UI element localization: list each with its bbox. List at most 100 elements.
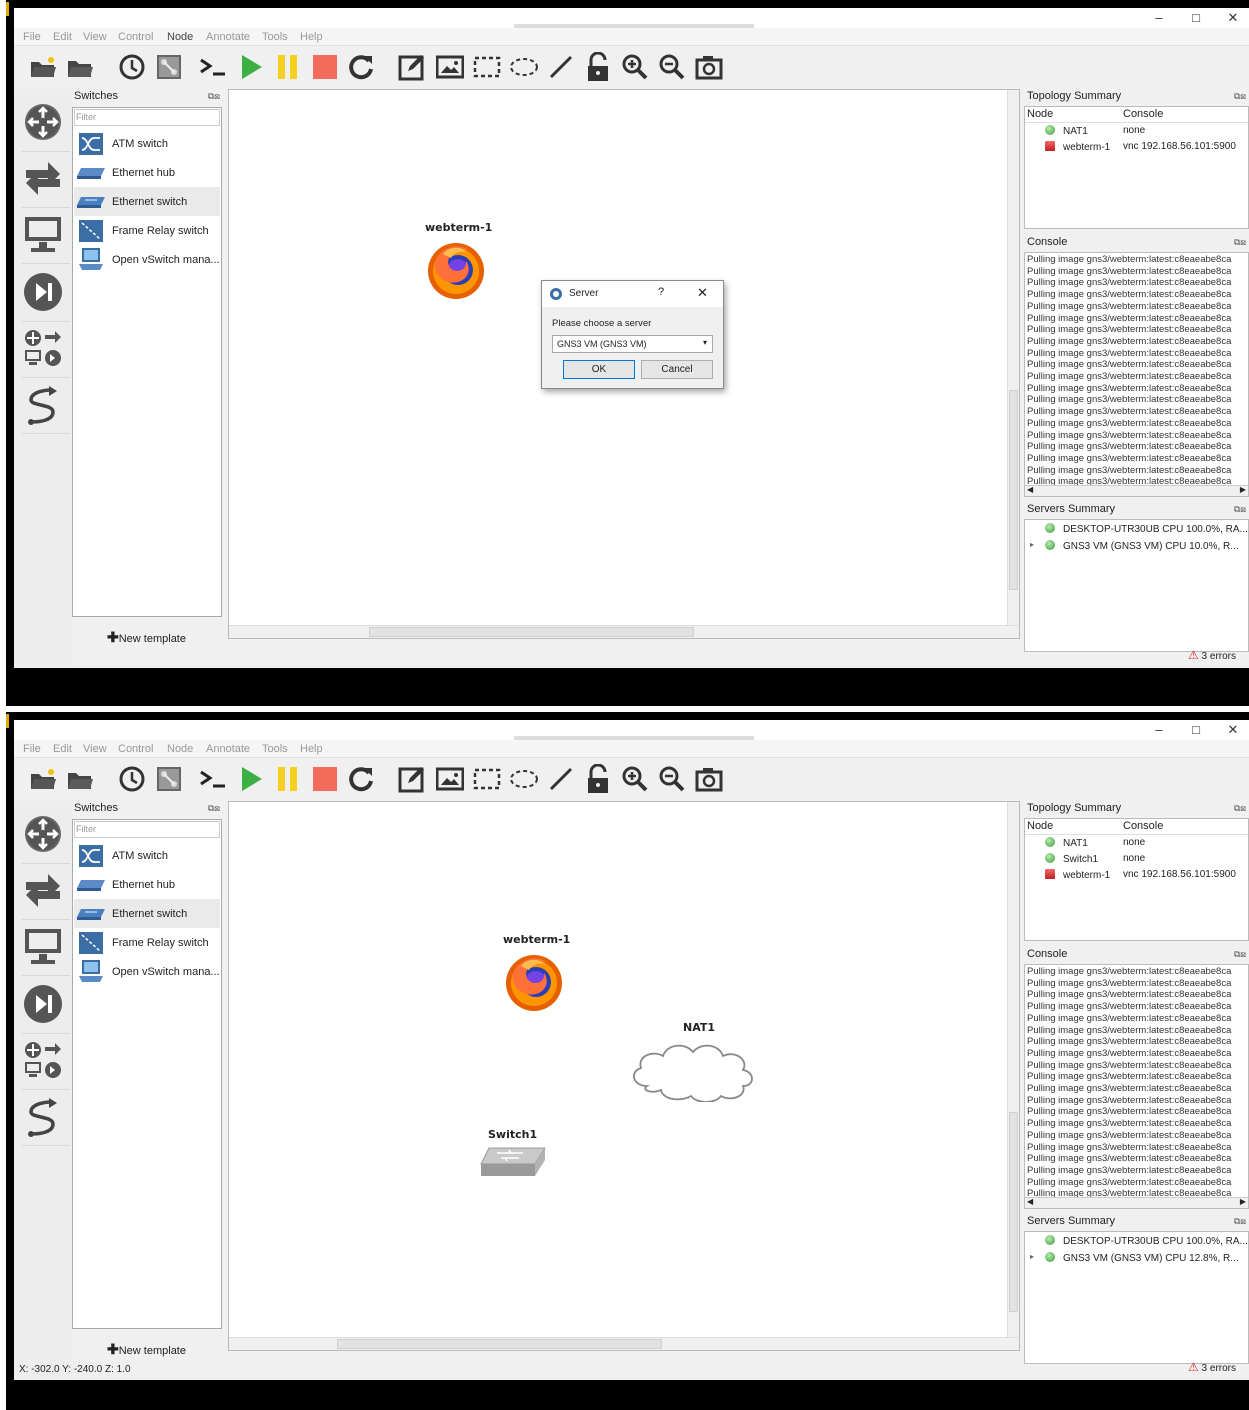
help-button[interactable]: ? (658, 286, 664, 298)
console-horizontal-scrollbar[interactable]: ◀ ▶ (1025, 485, 1248, 496)
zoom-out-icon[interactable] (657, 764, 687, 794)
cancel-button[interactable]: Cancel (641, 360, 713, 379)
stop-all-icon[interactable] (310, 764, 340, 794)
menu-file[interactable]: File (23, 31, 41, 43)
zoom-in-icon[interactable] (620, 52, 650, 82)
draw-rectangle-icon[interactable] (472, 52, 502, 82)
column-node[interactable]: Node (1027, 820, 1053, 832)
device-frame-relay-switch[interactable]: Frame Relay switch (74, 928, 220, 957)
expand-arrow-icon[interactable]: ▸ (1030, 1252, 1034, 1261)
routers-icon[interactable] (22, 813, 64, 855)
open-project-icon[interactable] (28, 52, 58, 82)
insert-image-icon[interactable] (435, 52, 465, 82)
errors-indicator[interactable]: ⚠ 3 errors (1188, 648, 1236, 662)
menu-annotate[interactable]: Annotate (206, 31, 250, 43)
pane-float-close-icon[interactable]: ⧉⊠ (1234, 803, 1246, 814)
filter-input[interactable]: Filter (74, 109, 220, 126)
column-node[interactable]: Node (1027, 108, 1053, 120)
server-select[interactable]: GNS3 VM (GNS3 VM) ▾ (552, 335, 713, 353)
canvas-vertical-scrollbar[interactable] (1007, 802, 1019, 1338)
open-folder-icon[interactable] (65, 52, 95, 82)
canvas-horizontal-scrollbar[interactable] (229, 625, 1019, 638)
new-template-button[interactable]: ✚New template (107, 1341, 186, 1358)
menu-control[interactable]: Control (118, 31, 153, 43)
webterm-node-icon[interactable] (425, 240, 489, 302)
all-devices-icon[interactable] (22, 1039, 64, 1081)
close-window-button[interactable]: ✕ (1218, 10, 1248, 26)
draw-line-icon[interactable] (546, 52, 576, 82)
screenshot-icon[interactable] (694, 52, 724, 82)
errors-indicator[interactable]: ⚠ 3 errors (1188, 1360, 1236, 1374)
ok-button[interactable]: OK (563, 360, 635, 379)
menu-control[interactable]: Control (118, 743, 153, 755)
start-all-icon[interactable] (236, 52, 266, 82)
security-devices-icon[interactable] (22, 983, 64, 1025)
device-atm-switch[interactable]: ATM switch (74, 129, 220, 158)
menu-help[interactable]: Help (300, 31, 323, 43)
menu-annotate[interactable]: Annotate (206, 743, 250, 755)
column-console[interactable]: Console (1123, 820, 1163, 832)
pane-float-close-icon[interactable]: ⧉⊠ (1234, 949, 1246, 960)
menu-file[interactable]: File (23, 743, 41, 755)
dock-float-close-icon[interactable]: ⧉⊠ (208, 91, 220, 102)
device-open-vswitch[interactable]: Open vSwitch mana... (74, 957, 220, 986)
minimize-button[interactable]: – (1144, 10, 1174, 26)
open-folder-icon[interactable] (65, 764, 95, 794)
topology-row[interactable]: NAT1 none (1045, 837, 1145, 849)
switch-node-icon[interactable] (479, 1146, 547, 1180)
console-horizontal-scrollbar[interactable]: ◀ ▶ (1025, 1197, 1248, 1208)
menu-node[interactable]: Node (167, 743, 193, 755)
menu-edit[interactable]: Edit (53, 743, 72, 755)
start-all-icon[interactable] (236, 764, 266, 794)
dock-float-close-icon[interactable]: ⧉⊠ (208, 803, 220, 814)
device-frame-relay-switch[interactable]: Frame Relay switch (74, 216, 220, 245)
screenshot-icon[interactable] (694, 764, 724, 794)
column-console[interactable]: Console (1123, 108, 1163, 120)
device-ethernet-hub[interactable]: Ethernet hub (74, 870, 220, 899)
suspend-all-icon[interactable] (273, 52, 303, 82)
menu-view[interactable]: View (83, 31, 107, 43)
suspend-all-icon[interactable] (273, 764, 303, 794)
show-interface-labels-icon[interactable] (154, 764, 184, 794)
open-project-icon[interactable] (28, 764, 58, 794)
routers-icon[interactable] (22, 101, 64, 143)
draw-line-icon[interactable] (546, 764, 576, 794)
end-devices-icon[interactable] (22, 925, 64, 967)
draw-rectangle-icon[interactable] (472, 764, 502, 794)
server-row[interactable]: GNS3 VM (GNS3 VM) CPU 12.8%, R... (1045, 1252, 1239, 1264)
server-row[interactable]: DESKTOP-UTR30UB CPU 100.0%, RA... (1045, 523, 1248, 535)
draw-ellipse-icon[interactable] (509, 764, 539, 794)
maximize-button[interactable]: □ (1181, 722, 1211, 738)
show-interface-labels-icon[interactable] (154, 52, 184, 82)
expand-arrow-icon[interactable]: ▸ (1030, 540, 1034, 549)
close-dialog-button[interactable]: ✕ (697, 285, 708, 301)
webterm-node-icon[interactable] (503, 952, 567, 1014)
device-ethernet-switch[interactable]: Ethernet switch (74, 899, 220, 928)
canvas-horizontal-scrollbar[interactable] (229, 1337, 1019, 1350)
server-row[interactable]: GNS3 VM (GNS3 VM) CPU 10.0%, R... (1045, 540, 1239, 552)
console-all-icon[interactable] (198, 764, 228, 794)
menu-edit[interactable]: Edit (53, 31, 72, 43)
topology-canvas[interactable]: webterm-1 NAT1 Switch1 (228, 801, 1020, 1351)
switches-icon[interactable] (22, 869, 64, 911)
insert-image-icon[interactable] (435, 764, 465, 794)
security-devices-icon[interactable] (22, 271, 64, 313)
snapshot-icon[interactable] (117, 52, 147, 82)
canvas-vertical-scrollbar[interactable] (1007, 90, 1019, 626)
minimize-button[interactable]: – (1144, 722, 1174, 738)
draw-ellipse-icon[interactable] (509, 52, 539, 82)
device-ethernet-hub[interactable]: Ethernet hub (74, 158, 220, 187)
end-devices-icon[interactable] (22, 213, 64, 255)
console-output[interactable]: Pulling image gns3/webterm:latest:c8eaea… (1024, 252, 1249, 497)
pane-float-close-icon[interactable]: ⧉⊠ (1234, 91, 1246, 102)
menu-node[interactable]: Node (167, 31, 193, 43)
menu-tools[interactable]: Tools (262, 743, 288, 755)
add-note-icon[interactable] (397, 764, 427, 794)
zoom-out-icon[interactable] (657, 52, 687, 82)
topology-row[interactable]: NAT1 none (1045, 125, 1145, 137)
console-all-icon[interactable] (198, 52, 228, 82)
pane-float-close-icon[interactable]: ⧉⊠ (1234, 237, 1246, 248)
reload-all-icon[interactable] (346, 52, 376, 82)
console-output[interactable]: Pulling image gns3/webterm:latest:c8eaea… (1024, 964, 1249, 1209)
menu-tools[interactable]: Tools (262, 31, 288, 43)
